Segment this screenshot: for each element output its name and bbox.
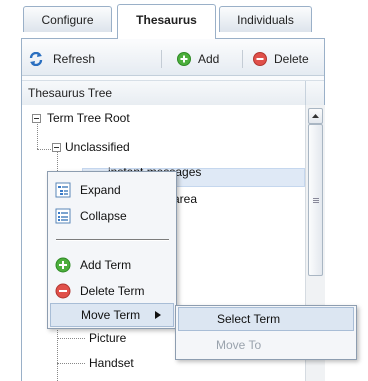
header-divider [305, 81, 306, 105]
delete-icon [55, 283, 71, 299]
tab-thesaurus[interactable]: Thesaurus [117, 4, 216, 39]
expand-icon [55, 182, 71, 198]
menu-item-delete-term[interactable]: Delete Term [50, 279, 174, 303]
tree-guide [37, 149, 51, 151]
scroll-up-button[interactable] [308, 108, 323, 124]
context-menu: Expand Collapse Add Term Delete Term Mov… [47, 171, 177, 329]
tree-guide [57, 338, 85, 340]
tree-node-label: Picture [89, 331, 127, 345]
arrow-up-icon [312, 114, 319, 118]
tab-strip: Configure Thesaurus Individuals [0, 0, 368, 39]
menu-item-label: Add Term [80, 258, 132, 272]
tree-node-picture[interactable]: Picture [89, 328, 126, 348]
add-icon [177, 51, 191, 66]
add-label: Add [198, 51, 220, 66]
toolbar: Refresh Add Delete [22, 42, 324, 76]
tab-configure[interactable]: Configure [23, 6, 112, 32]
tree-guide [37, 124, 39, 149]
refresh-label: Refresh [53, 51, 96, 66]
collapse-toggle-icon[interactable] [32, 114, 41, 123]
toolbar-divider [242, 50, 243, 68]
menu-item-add-term[interactable]: Add Term [50, 253, 174, 277]
delete-button[interactable]: Delete [253, 42, 309, 75]
delete-label: Delete [274, 51, 309, 66]
refresh-icon [29, 51, 43, 66]
tree-header-title: Thesaurus Tree [28, 86, 113, 100]
add-icon [55, 257, 71, 273]
menu-item-collapse[interactable]: Collapse [50, 204, 174, 228]
move-term-submenu: Select Term Move To [175, 305, 357, 360]
tab-individuals[interactable]: Individuals [219, 6, 312, 32]
tree-header: Thesaurus Tree [22, 80, 324, 106]
tree-node-label: Unclassified [65, 140, 130, 154]
add-button[interactable]: Add [177, 42, 219, 75]
menu-item-label: Move Term [81, 308, 141, 322]
scroll-thumb[interactable] [308, 124, 323, 276]
submenu-arrow-icon [155, 311, 161, 319]
menu-item-expand[interactable]: Expand [50, 178, 174, 202]
refresh-button[interactable]: Refresh [29, 42, 95, 75]
menu-item-select-term[interactable]: Select Term [178, 307, 354, 331]
menu-item-move-term[interactable]: Move Term [50, 303, 174, 327]
collapse-toggle-icon[interactable] [52, 143, 61, 152]
tree-node-label: Term Tree Root [47, 111, 130, 125]
tree-guide [57, 363, 85, 365]
delete-icon [253, 51, 267, 66]
menu-separator [56, 239, 169, 241]
menu-item-label: Collapse [80, 209, 127, 223]
menu-item-label: Delete Term [80, 284, 145, 298]
toolbar-divider [161, 50, 162, 68]
menu-item-move-to: Move To [216, 338, 262, 352]
menu-item-label: Expand [80, 183, 121, 197]
tree-node-handset[interactable]: Handset [89, 353, 134, 373]
collapse-icon [55, 208, 71, 224]
grip-icon [313, 198, 319, 199]
tree-node-label: Handset [89, 356, 134, 370]
